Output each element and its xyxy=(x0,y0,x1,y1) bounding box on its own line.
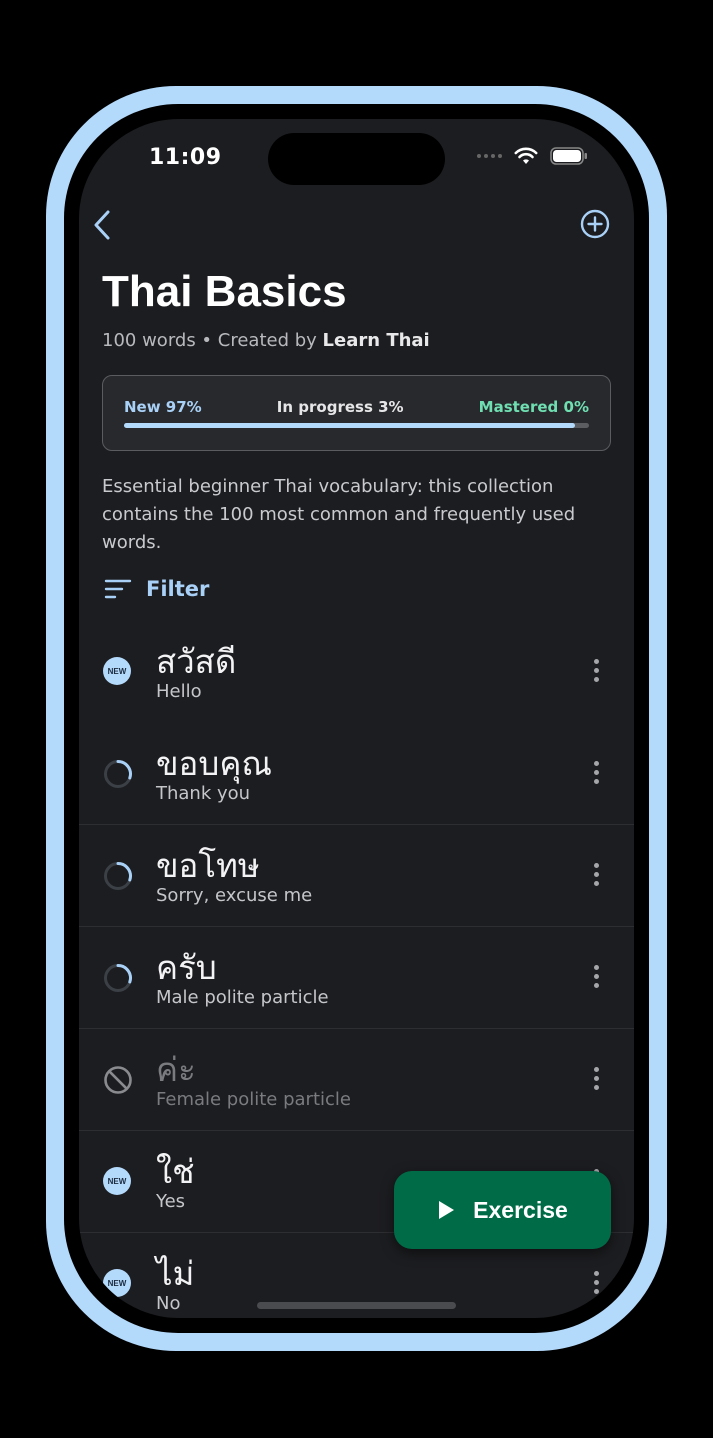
word-translation: No xyxy=(156,1293,181,1314)
list-item[interactable]: NEW สวัสดี Hello xyxy=(79,621,634,723)
word-translation: Sorry, excuse me xyxy=(156,885,313,906)
home-indicator xyxy=(257,1302,456,1309)
app-screen: 11:09 Thai Basics 100 words • Created by… xyxy=(79,119,634,1318)
excluded-circle-icon xyxy=(103,1065,133,1095)
new-badge-icon: NEW xyxy=(103,1269,133,1299)
in-progress-ring-icon xyxy=(103,759,133,789)
play-icon xyxy=(439,1201,455,1219)
exercise-button[interactable]: Exercise xyxy=(394,1171,611,1249)
more-vertical-icon[interactable] xyxy=(592,761,600,787)
filter-button[interactable]: Filter xyxy=(104,577,209,601)
status-icons xyxy=(477,147,588,165)
more-vertical-icon[interactable] xyxy=(592,965,600,991)
author-link[interactable]: Learn Thai xyxy=(323,330,430,351)
status-time: 11:09 xyxy=(149,145,222,170)
word-translation: Yes xyxy=(156,1191,186,1212)
signal-icon xyxy=(477,154,502,158)
new-badge-text: NEW xyxy=(103,1269,131,1297)
word-translation: Female polite particle xyxy=(156,1089,351,1110)
list-item[interactable]: ครับ Male polite particle xyxy=(79,927,634,1029)
collection-meta: 100 words • Created by Learn Thai xyxy=(102,330,430,351)
word-translation: Male polite particle xyxy=(156,987,329,1008)
dynamic-island xyxy=(268,133,445,185)
mastered-percent-label: Mastered 0% xyxy=(478,398,589,416)
list-item[interactable]: ขอโทษ Sorry, excuse me xyxy=(79,825,634,927)
in-progress-ring-icon xyxy=(103,963,133,993)
exercise-label: Exercise xyxy=(473,1196,568,1223)
new-percent-label: New 97% xyxy=(124,398,202,416)
progress-card: New 97% In progress 3% Mastered 0% xyxy=(102,375,611,451)
new-badge-text: NEW xyxy=(103,1167,131,1195)
word-count: 100 words xyxy=(102,330,196,351)
list-item[interactable]: ขอบคุณ Thank you xyxy=(79,723,634,825)
word-translation: Hello xyxy=(156,681,202,702)
filter-lines-icon xyxy=(104,579,132,599)
more-vertical-icon[interactable] xyxy=(592,1067,600,1093)
in-progress-percent-label: In progress 3% xyxy=(276,398,404,416)
created-by-prefix: Created by xyxy=(217,330,323,351)
more-vertical-icon[interactable] xyxy=(592,659,600,685)
wifi-icon xyxy=(514,147,538,164)
more-vertical-icon[interactable] xyxy=(592,863,600,889)
list-item[interactable]: ค่ะ Female polite particle xyxy=(79,1029,634,1131)
more-vertical-icon[interactable] xyxy=(592,1271,600,1297)
back-chevron-icon[interactable] xyxy=(89,207,115,243)
new-badge-icon: NEW xyxy=(103,1167,133,1197)
word-translation: Thank you xyxy=(156,783,251,804)
page-title: Thai Basics xyxy=(102,267,347,316)
battery-icon xyxy=(550,147,587,165)
new-badge-text: NEW xyxy=(103,657,131,685)
add-circle-icon[interactable] xyxy=(580,209,610,239)
progress-bar xyxy=(124,423,589,428)
meta-separator: • xyxy=(195,330,218,351)
collection-description: Essential beginner Thai vocabulary: this… xyxy=(102,476,576,553)
in-progress-ring-icon xyxy=(103,861,133,891)
new-badge-icon: NEW xyxy=(103,657,133,687)
progress-bar-fill xyxy=(124,423,576,428)
progress-labels: New 97% In progress 3% Mastered 0% xyxy=(124,398,589,416)
filter-label: Filter xyxy=(146,577,210,601)
